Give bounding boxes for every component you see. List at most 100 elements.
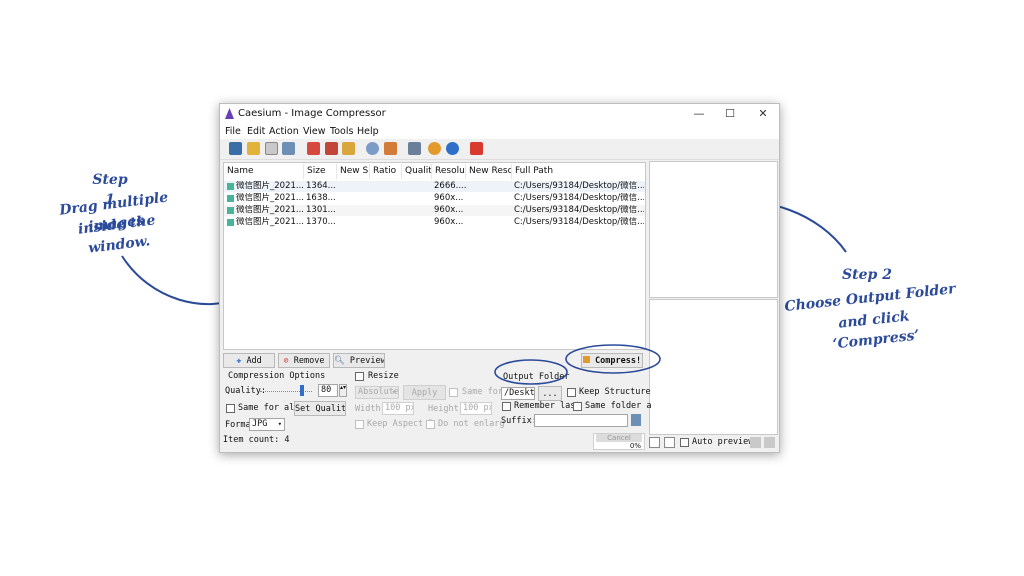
browse-button[interactable]: ...	[538, 386, 562, 401]
add-button[interactable]: ✚ Add	[223, 353, 275, 368]
column-quality[interactable]: Qualit	[402, 164, 432, 179]
output-path-field[interactable]: /Desktop	[501, 387, 535, 400]
paste-icon[interactable]	[282, 142, 295, 155]
resize-same-for-checkbox[interactable]	[449, 388, 458, 397]
apply-button[interactable]: Apply	[403, 385, 446, 400]
item-count: Item count: 4	[223, 435, 290, 445]
preview-button[interactable]: 🔍︎ Preview	[333, 353, 385, 368]
resize-checkbox[interactable]	[355, 372, 364, 381]
remove-button[interactable]: ⊘ Remove	[278, 353, 330, 368]
search-icon[interactable]	[366, 142, 379, 155]
resize-mode-select[interactable]: Absolute ▾	[355, 386, 399, 399]
suffix-input[interactable]	[534, 414, 628, 427]
row-name: 微信图片_2021...	[236, 193, 304, 203]
resize-same-for-label: Same for	[462, 387, 503, 397]
fit-view-icon[interactable]	[649, 437, 660, 448]
quality-slider-track[interactable]	[260, 391, 312, 392]
quality-slider-thumb[interactable]	[299, 385, 304, 396]
chevron-down-icon: ▾	[391, 388, 396, 396]
file-list[interactable]: Name Size New Si Ratio Qualit Resolu New…	[223, 162, 646, 350]
step2-title: Step 2	[842, 267, 892, 283]
format-label: Forma	[225, 420, 251, 430]
remove-list-icon[interactable]	[307, 142, 320, 155]
menu-help[interactable]: Help	[357, 126, 379, 137]
same-folder-label: Same folder a	[585, 401, 652, 411]
width-spinbox[interactable]: 100 px	[382, 402, 414, 415]
image-file-icon	[227, 183, 234, 190]
column-ratio[interactable]: Ratio	[370, 164, 402, 179]
set-quality-button[interactable]: Set Quality	[294, 401, 346, 416]
column-size[interactable]: Size	[304, 164, 337, 179]
preview-image-icon[interactable]	[384, 142, 397, 155]
minimize-button[interactable]: —	[687, 106, 711, 122]
clear-broom-icon[interactable]	[342, 142, 355, 155]
column-name[interactable]: Name	[224, 164, 304, 179]
column-new-size[interactable]: New Si	[337, 164, 370, 179]
open-folder-icon[interactable]	[247, 142, 260, 155]
height-spinbox[interactable]: 100 px	[460, 402, 492, 415]
close-button[interactable]: ✕	[751, 106, 775, 122]
menu-action[interactable]: Action	[269, 126, 299, 137]
zoom-out-icon[interactable]	[750, 437, 761, 448]
row-resolution: 960x...	[434, 193, 464, 203]
no-enlarge-checkbox[interactable]	[426, 420, 435, 429]
maximize-button[interactable]: ☐	[718, 106, 742, 122]
same-for-all-label: Same for all	[238, 403, 300, 413]
row-size: 1638....	[306, 193, 336, 203]
same-for-all-checkbox[interactable]	[226, 404, 235, 413]
add-icon: ✚	[236, 356, 242, 366]
progress-percent: 0%	[629, 442, 641, 450]
magnifier-icon: 🔍︎	[334, 356, 345, 366]
menu-view[interactable]: View	[303, 126, 326, 137]
menu-file[interactable]: File	[225, 126, 241, 137]
suffix-label: Suffix:	[501, 416, 537, 426]
tools-icon[interactable]	[408, 142, 421, 155]
remember-last-checkbox[interactable]	[502, 402, 511, 411]
trash-icon[interactable]	[325, 142, 338, 155]
caesium-window: Caesium - Image Compressor — ☐ ✕ File Ed…	[219, 103, 780, 453]
row-path: C:/Users/93184/Desktop/微信...	[514, 205, 644, 215]
keep-aspect-label: Keep Aspect R	[367, 419, 434, 429]
table-row[interactable]: 微信图片_2021... 1638.... 960x... C:/Users/9…	[224, 193, 645, 204]
format-select[interactable]: JPG ▾	[249, 418, 285, 431]
quality-spinbox[interactable]: 80	[318, 384, 338, 397]
quality-spin-arrows-icon[interactable]: ▴▾	[339, 384, 347, 397]
info-icon[interactable]	[446, 142, 459, 155]
column-resolution[interactable]: Resolu	[432, 164, 466, 179]
row-size: 1370....	[306, 217, 336, 227]
column-full-path[interactable]: Full Path	[512, 164, 645, 179]
same-folder-checkbox[interactable]	[573, 402, 582, 411]
row-path: C:/Users/93184/Desktop/微信...	[514, 217, 644, 227]
keep-aspect-checkbox[interactable]	[355, 420, 364, 429]
original-preview-pane	[649, 161, 778, 298]
zoom-in-icon[interactable]	[764, 437, 775, 448]
compression-options-title: Compression Options	[228, 371, 326, 381]
actual-size-icon[interactable]	[664, 437, 675, 448]
image-file-icon	[227, 219, 234, 226]
auto-preview-label: Auto preview	[692, 437, 754, 447]
menu-bar: File Edit Action View Tools Help	[220, 124, 779, 139]
menu-tools[interactable]: Tools	[330, 126, 353, 137]
height-label: Height:	[428, 404, 464, 414]
title-bar: Caesium - Image Compressor — ☐ ✕	[220, 104, 779, 124]
power-icon[interactable]	[470, 142, 483, 155]
copy-icon[interactable]	[265, 142, 278, 155]
window-title: Caesium - Image Compressor	[238, 108, 386, 119]
menu-edit[interactable]: Edit	[247, 126, 265, 137]
row-name: 微信图片_2021...	[236, 217, 304, 227]
table-row[interactable]: 微信图片_2021... 1370.... 960x... C:/Users/9…	[224, 217, 645, 228]
table-row[interactable]: 微信图片_2021... 1301.... 960x... C:/Users/9…	[224, 205, 645, 216]
suffix-help-icon[interactable]	[631, 414, 641, 426]
table-row[interactable]: 微信图片_2021... 1364.... 2666.... C:/Users/…	[224, 181, 645, 192]
compress-button[interactable]: Compress!	[581, 353, 643, 368]
column-new-resolution[interactable]: New Resol	[466, 164, 512, 179]
compress-icon	[582, 356, 590, 363]
keep-structure-label: Keep Structure	[579, 387, 651, 397]
save-icon[interactable]	[229, 142, 242, 155]
keep-structure-checkbox[interactable]	[567, 388, 576, 397]
compressed-preview-pane	[649, 299, 778, 435]
settings-gear-icon[interactable]	[428, 142, 441, 155]
cancel-button[interactable]: Cancel	[596, 434, 642, 442]
chevron-down-icon: ▾	[277, 420, 282, 428]
auto-preview-checkbox[interactable]	[680, 438, 689, 447]
